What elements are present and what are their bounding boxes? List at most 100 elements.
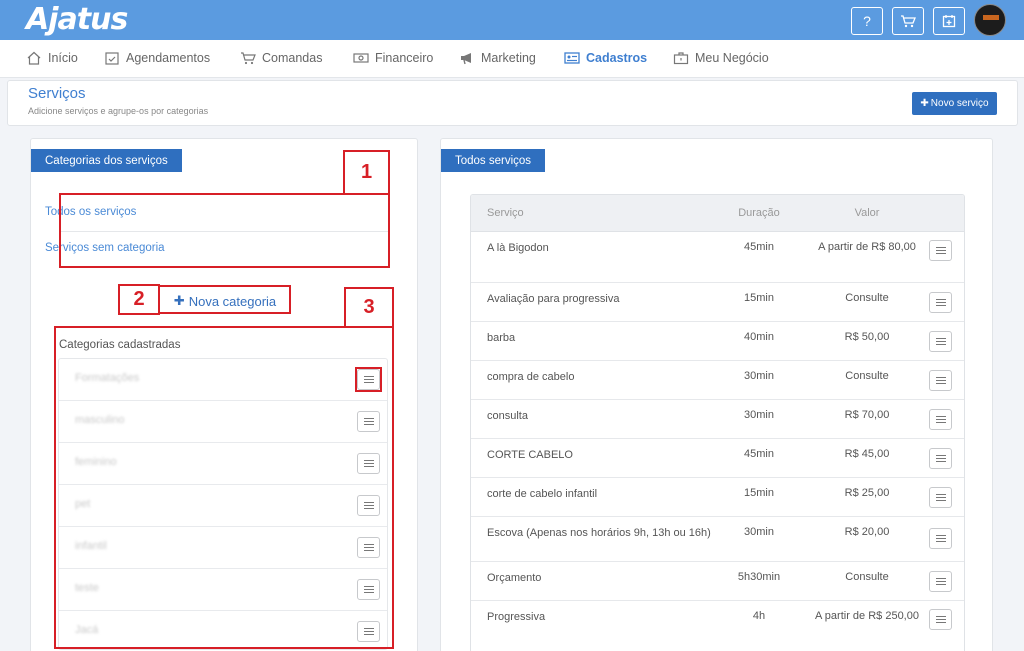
service-menu-button[interactable]: [929, 370, 952, 391]
table-row[interactable]: CORTE CABELO 45min R$ 45,00: [471, 439, 964, 478]
main-nav: Início Agendamentos Comandas Financeiro …: [0, 40, 1024, 78]
page-title: Serviços: [28, 85, 86, 102]
service-duration: 5h30min: [737, 571, 781, 583]
service-duration: 30min: [744, 409, 774, 421]
calendar-check-icon: [105, 52, 119, 65]
nav-item-cadastros[interactable]: Cadastros: [564, 51, 647, 65]
nav-item-label: Início: [48, 51, 78, 65]
table-row[interactable]: Progressiva 4h A partir de R$ 250,00: [471, 601, 964, 651]
service-name: A là Bigodon: [487, 242, 549, 254]
id-card-icon: [564, 52, 580, 64]
service-menu-button[interactable]: [929, 487, 952, 508]
service-duration: 30min: [744, 526, 774, 538]
service-menu-button[interactable]: [929, 240, 952, 261]
help-button[interactable]: ?: [851, 7, 883, 35]
calendar-add-button[interactable]: [933, 7, 965, 35]
nav-item-agendamentos[interactable]: Agendamentos: [104, 51, 210, 65]
service-menu-button[interactable]: [929, 409, 952, 430]
plus-icon: ✚: [920, 98, 929, 109]
megaphone-icon: [461, 53, 471, 65]
cart-icon: [901, 15, 916, 28]
menu-icon: [935, 616, 946, 617]
menu-icon: [935, 535, 946, 536]
service-value: Consulte: [845, 292, 889, 304]
service-menu-button[interactable]: [929, 609, 952, 630]
service-value: Consulte: [845, 370, 889, 382]
table-row[interactable]: A là Bigodon 45min A partir de R$ 80,00: [471, 232, 964, 283]
page-subtitle: Adicione serviços e agrupe-os por catego…: [28, 106, 209, 116]
service-value: A partir de R$ 250,00: [815, 610, 919, 622]
nav-item-label: Agendamentos: [126, 51, 211, 65]
service-duration: 15min: [744, 487, 774, 499]
cart-button[interactable]: [892, 7, 924, 35]
top-bar: Ajatus ?: [0, 0, 1024, 40]
service-name: Escova (Apenas nos horários 9h, 13h ou 1…: [487, 527, 711, 539]
table-row[interactable]: barba 40min R$ 50,00: [471, 322, 964, 361]
new-service-button[interactable]: ✚ Novo serviço: [912, 92, 997, 115]
service-value: R$ 20,00: [844, 526, 890, 538]
new-service-label: Novo serviço: [930, 98, 989, 109]
service-menu-button[interactable]: [929, 571, 952, 592]
service-menu-button[interactable]: [929, 528, 952, 549]
nav-item-label: Marketing: [481, 51, 536, 65]
service-value: R$ 25,00: [844, 487, 890, 499]
service-name: compra de cabelo: [487, 371, 575, 383]
nav-item-label: Meu Negócio: [695, 51, 769, 65]
nav-item-meu-negocio[interactable]: Meu Negócio: [673, 51, 769, 65]
cart-icon: [241, 52, 256, 65]
service-value: R$ 50,00: [844, 331, 890, 343]
menu-icon: [935, 455, 946, 456]
menu-icon: [935, 299, 946, 300]
column-header-service: Serviço: [487, 207, 524, 219]
money-icon: [353, 53, 369, 63]
service-name: Orçamento: [487, 572, 542, 584]
nav-item-label: Cadastros: [586, 51, 648, 65]
service-name: Avaliação para progressiva: [487, 293, 620, 305]
table-header: Serviço Duração Valor: [471, 195, 964, 232]
services-table: Serviço Duração Valor A là Bigodon 45min…: [470, 194, 965, 651]
menu-icon: [935, 416, 946, 417]
nav-item-financeiro[interactable]: Financeiro: [353, 51, 433, 65]
menu-icon: [935, 247, 946, 248]
service-duration: 45min: [744, 241, 774, 253]
service-duration: 15min: [744, 292, 774, 304]
page-header: Serviços Adicione serviços e agrupe-os p…: [7, 80, 1018, 126]
app-logo[interactable]: Ajatus: [26, 2, 128, 37]
service-menu-button[interactable]: [929, 448, 952, 469]
table-row[interactable]: consulta 30min R$ 70,00: [471, 400, 964, 439]
service-value: Consulte: [845, 571, 889, 583]
user-avatar[interactable]: [974, 4, 1006, 36]
column-header-duration: Duração: [738, 207, 780, 219]
service-duration: 4h: [752, 610, 766, 622]
nav-item-label: Comandas: [262, 51, 323, 65]
menu-icon: [935, 578, 946, 579]
table-row[interactable]: corte de cabelo infantil 15min R$ 25,00: [471, 478, 964, 517]
menu-icon: [935, 338, 946, 339]
calendar-plus-icon: [942, 15, 956, 28]
service-name: barba: [487, 332, 516, 344]
menu-icon: [935, 377, 946, 378]
nav-item-inicio[interactable]: Início: [26, 51, 78, 65]
nav-item-comandas[interactable]: Comandas: [240, 51, 322, 65]
service-name: consulta: [487, 410, 528, 422]
service-menu-button[interactable]: [929, 292, 952, 313]
table-row[interactable]: Orçamento 5h30min Consulte: [471, 562, 964, 601]
annotation-box-menu: [355, 367, 382, 392]
table-row[interactable]: Escova (Apenas nos horários 9h, 13h ou 1…: [471, 517, 964, 562]
table-row[interactable]: compra de cabelo 30min Consulte: [471, 361, 964, 400]
table-row[interactable]: Avaliação para progressiva 15min Consult…: [471, 283, 964, 322]
service-value: R$ 45,00: [844, 448, 890, 460]
column-header-value: Valor: [854, 207, 880, 219]
service-value: R$ 70,00: [844, 409, 890, 421]
annotation-box-1: [59, 193, 390, 268]
nav-item-marketing[interactable]: Marketing: [459, 51, 536, 65]
annotation-box-2: [157, 285, 291, 314]
menu-icon: [935, 494, 946, 495]
annotation-label-1: 1: [343, 150, 390, 195]
service-name: corte de cabelo infantil: [487, 488, 598, 500]
annotation-box-3: [54, 326, 394, 649]
service-duration: 40min: [744, 331, 774, 343]
briefcase-icon: [673, 52, 689, 65]
service-name: Progressiva: [487, 611, 546, 623]
service-menu-button[interactable]: [929, 331, 952, 352]
